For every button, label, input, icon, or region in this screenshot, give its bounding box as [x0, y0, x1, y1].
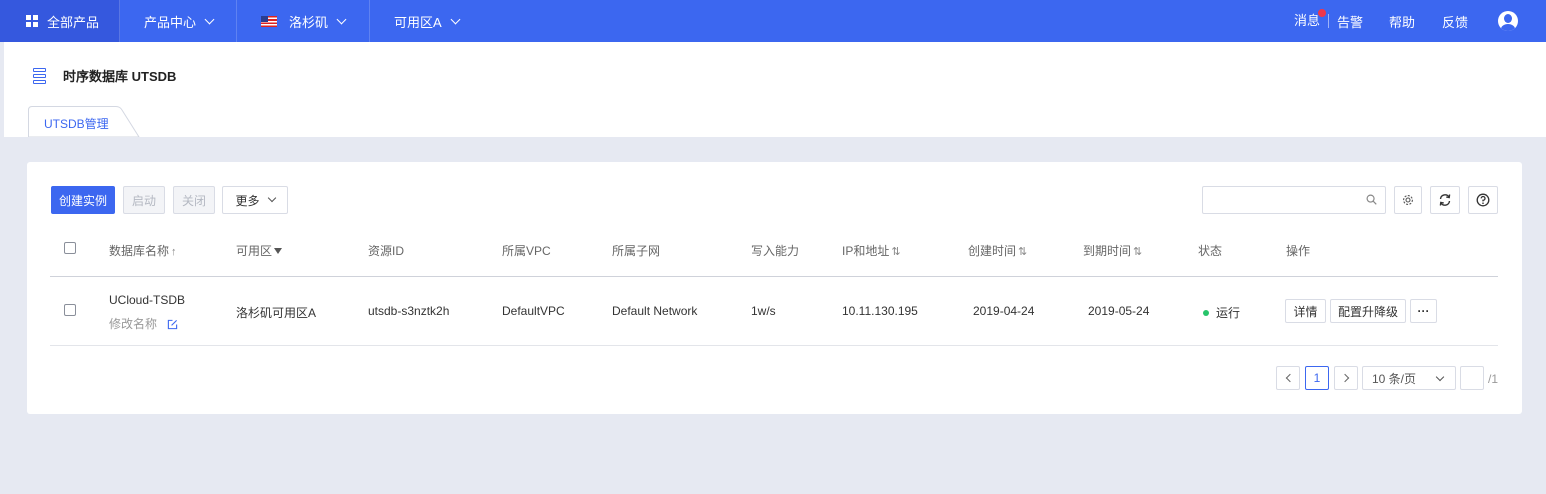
chevron-down-icon	[336, 14, 347, 24]
status-label: 运行	[1216, 306, 1241, 320]
column-header-zone[interactable]: 可用区	[236, 242, 283, 259]
instance-list-card: 创建实例 启动 关闭 更多 数据库名称 ↑ 可用区 资源ID 所属VPC 所属子…	[27, 162, 1522, 414]
product-center-label: 产品中心	[144, 14, 197, 30]
start-button[interactable]: 启动	[123, 186, 165, 214]
help-button[interactable]	[1468, 186, 1498, 214]
cell-subnet[interactable]: Default Network	[612, 304, 697, 318]
top-nav-bar: 全部产品 产品中心 洛杉矶 可用区A 消息 告警 帮助 反馈	[0, 0, 1546, 42]
create-instance-button[interactable]: 创建实例	[51, 186, 115, 214]
prev-page-button[interactable]	[1276, 366, 1300, 390]
messages-label: 消息	[1293, 13, 1320, 28]
rename-link[interactable]: 修改名称	[109, 315, 178, 332]
cell-write-capacity: 1w/s	[751, 304, 776, 318]
header-label: IP和地址	[842, 244, 890, 258]
page-title: 时序数据库 UTSDB	[63, 69, 177, 84]
settings-button[interactable]	[1394, 186, 1422, 214]
edit-icon[interactable]	[167, 319, 178, 330]
refresh-button[interactable]	[1430, 186, 1460, 214]
all-products-menu[interactable]: 全部产品	[0, 0, 120, 42]
column-header-vpc: 所属VPC	[502, 244, 551, 258]
more-label: 更多	[235, 193, 260, 208]
sort-icon[interactable]: ⇅	[1018, 246, 1027, 258]
page-jump-input[interactable]	[1460, 366, 1484, 390]
cell-zone: 洛杉矶可用区A	[236, 306, 317, 320]
feedback-link[interactable]: 反馈	[1442, 12, 1468, 31]
us-flag-icon	[261, 15, 277, 27]
column-header-expires[interactable]: 到期时间 ⇅	[1083, 242, 1142, 259]
gear-icon	[1403, 195, 1413, 205]
column-header-status: 状态	[1198, 244, 1223, 258]
question-icon	[1476, 193, 1490, 207]
chevron-right-icon	[1340, 373, 1349, 383]
column-header-ip[interactable]: IP和地址 ⇅	[842, 242, 901, 259]
row-divider	[50, 345, 1498, 346]
column-header-write-capacity: 写入能力	[751, 244, 800, 258]
chevron-down-icon	[267, 193, 276, 203]
cell-ip: 10.11.130.195	[842, 304, 918, 318]
header-label: 创建时间	[968, 244, 1017, 258]
tab-label: UTSDB管理	[44, 117, 109, 131]
cell-expires: 2019-05-24	[1088, 304, 1150, 318]
page-number-button[interactable]: 1	[1305, 366, 1329, 390]
sort-icon[interactable]: ⇅	[891, 246, 900, 258]
database-icon	[33, 68, 46, 86]
search-field[interactable]	[1202, 186, 1386, 214]
select-all-checkbox[interactable]	[64, 242, 76, 254]
notification-dot	[1317, 9, 1326, 17]
cell-resource-id: utsdb-s3nztk2h	[368, 304, 450, 318]
page-size-label: 10 条/页	[1372, 371, 1417, 386]
header-label: 可用区	[236, 244, 273, 258]
resize-button[interactable]: 配置升降级	[1330, 299, 1406, 323]
page-header: 时序数据库 UTSDB UTSDB管理	[4, 42, 1546, 137]
cell-vpc[interactable]: DefaultVPC	[502, 304, 565, 318]
next-page-button[interactable]	[1334, 366, 1358, 390]
help-link[interactable]: 帮助	[1389, 12, 1415, 31]
user-avatar-icon[interactable]	[1498, 11, 1518, 31]
all-products-label: 全部产品	[47, 14, 100, 30]
refresh-icon	[1439, 194, 1451, 206]
cell-created: 2019-04-24	[973, 304, 1035, 318]
page-size-select[interactable]: 10 条/页	[1362, 366, 1456, 390]
row-checkbox[interactable]	[64, 304, 76, 316]
header-label: 到期时间	[1083, 244, 1132, 258]
region-label: 洛杉矶	[289, 14, 329, 30]
product-center-dropdown[interactable]: 产品中心	[120, 0, 237, 42]
column-header-actions: 操作	[1286, 244, 1311, 258]
instance-name[interactable]: UCloud-TSDB	[109, 293, 185, 307]
row-more-button[interactable]: ···	[1410, 299, 1437, 323]
column-header-created[interactable]: 创建时间 ⇅	[968, 242, 1027, 259]
status-badge: 运行	[1203, 304, 1240, 321]
filter-icon[interactable]	[274, 248, 283, 254]
tab-utsdb-management[interactable]: UTSDB管理	[28, 106, 140, 137]
search-input[interactable]	[1211, 187, 1361, 213]
stop-button[interactable]: 关闭	[173, 186, 215, 214]
header-label: 数据库名称	[109, 244, 170, 258]
grid-icon	[26, 15, 38, 27]
details-button[interactable]: 详情	[1285, 299, 1326, 323]
column-header-subnet: 所属子网	[612, 244, 661, 258]
header-divider	[50, 276, 1498, 277]
chevron-down-icon	[1435, 372, 1445, 382]
messages-link[interactable]: 消息	[1293, 9, 1329, 28]
column-header-resource-id: 资源ID	[368, 244, 405, 258]
total-pages: /1	[1488, 372, 1499, 386]
more-dropdown[interactable]: 更多	[222, 186, 288, 214]
status-dot	[1203, 310, 1209, 316]
top-nav-right: 消息 告警 帮助 反馈	[1294, 0, 1546, 42]
chevron-left-icon	[1285, 373, 1294, 383]
alerts-link[interactable]: 告警	[1337, 12, 1363, 31]
zone-label: 可用区A	[394, 14, 442, 30]
rename-label: 修改名称	[109, 317, 158, 331]
chevron-down-icon	[204, 14, 215, 24]
zone-dropdown[interactable]: 可用区A	[370, 0, 503, 42]
sort-icon[interactable]: ⇅	[1133, 246, 1142, 258]
chevron-down-icon	[450, 14, 461, 24]
region-dropdown[interactable]: 洛杉矶	[237, 0, 370, 42]
column-header-name[interactable]: 数据库名称 ↑	[109, 242, 177, 259]
sort-asc-icon[interactable]: ↑	[171, 246, 177, 258]
search-icon[interactable]	[1366, 194, 1377, 205]
